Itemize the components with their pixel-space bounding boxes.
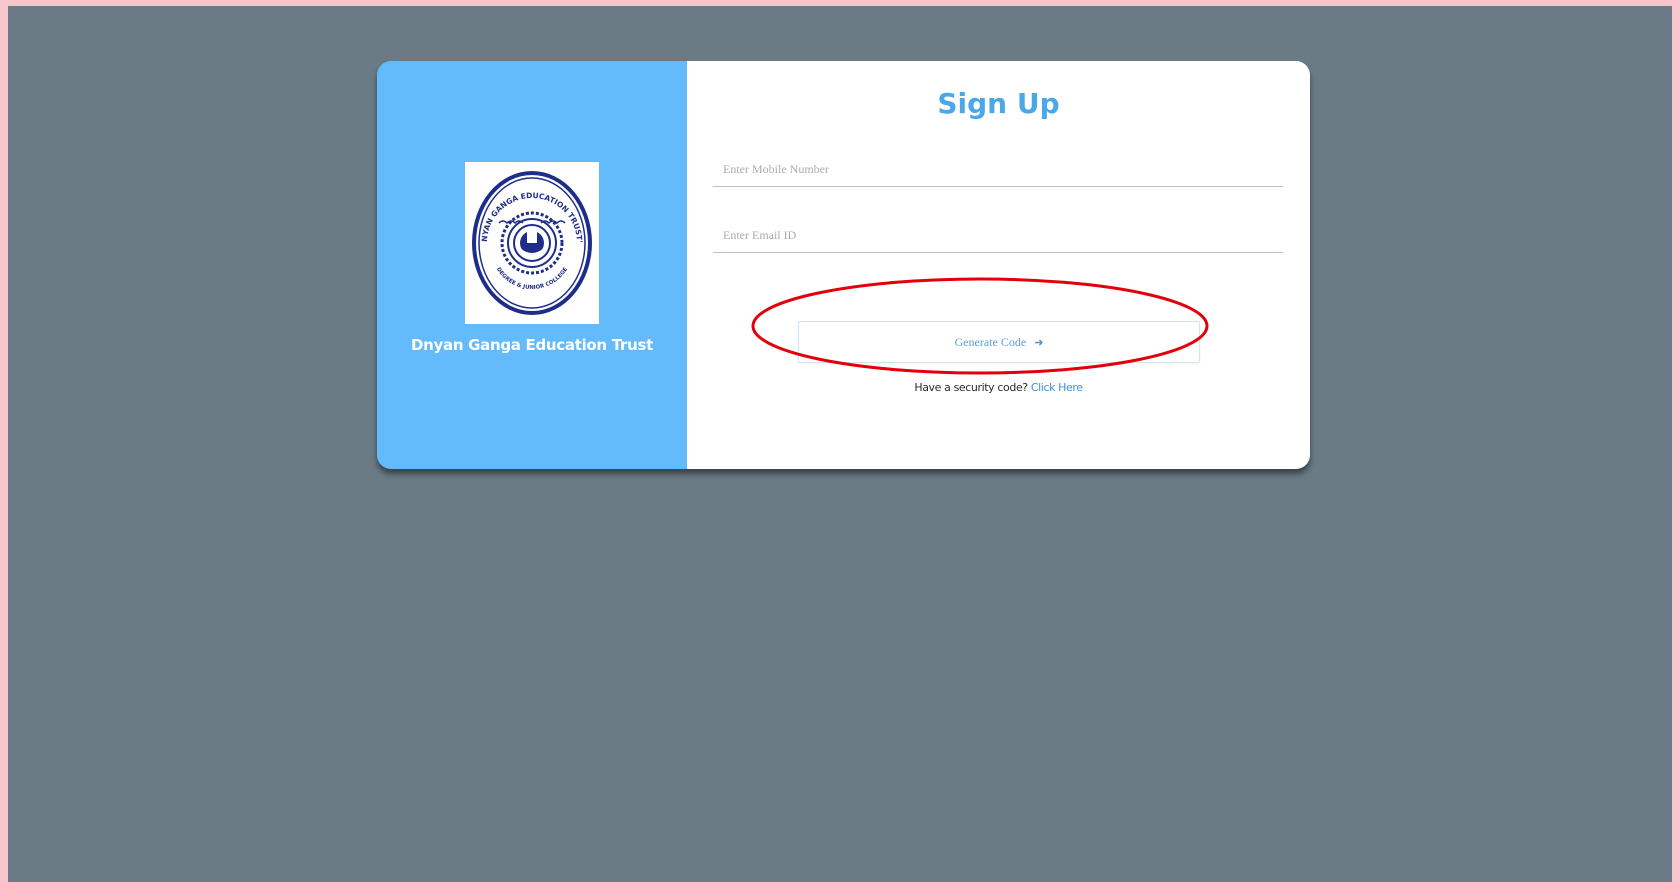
signup-form-panel: Sign Up Generate Code ➜ Have a security … bbox=[687, 61, 1310, 469]
org-logo: DNYAN GANGA EDUCATION TRUST'S DEGREE & J… bbox=[465, 162, 599, 324]
page-title: Sign Up bbox=[937, 87, 1060, 120]
signup-card: DNYAN GANGA EDUCATION TRUST'S DEGREE & J… bbox=[377, 61, 1310, 469]
org-name: Dnyan Ganga Education Trust bbox=[411, 336, 653, 354]
security-code-text: Have a security code? bbox=[914, 381, 1028, 394]
mobile-number-input[interactable] bbox=[713, 153, 1283, 187]
click-here-link[interactable]: Click Here bbox=[1031, 381, 1083, 394]
email-input[interactable] bbox=[713, 219, 1283, 253]
brand-panel: DNYAN GANGA EDUCATION TRUST'S DEGREE & J… bbox=[377, 61, 687, 469]
gear-emblem-icon: DNYAN GANGA EDUCATION TRUST'S DEGREE & J… bbox=[469, 168, 592, 315]
sign-in-icon: ➜ bbox=[1034, 336, 1044, 349]
generate-code-label: Generate Code bbox=[954, 334, 1027, 349]
security-code-prompt: Have a security code? Click Here bbox=[687, 381, 1310, 394]
page-background: DNYAN GANGA EDUCATION TRUST'S DEGREE & J… bbox=[8, 6, 1672, 882]
generate-code-button[interactable]: Generate Code ➜ bbox=[798, 321, 1200, 363]
